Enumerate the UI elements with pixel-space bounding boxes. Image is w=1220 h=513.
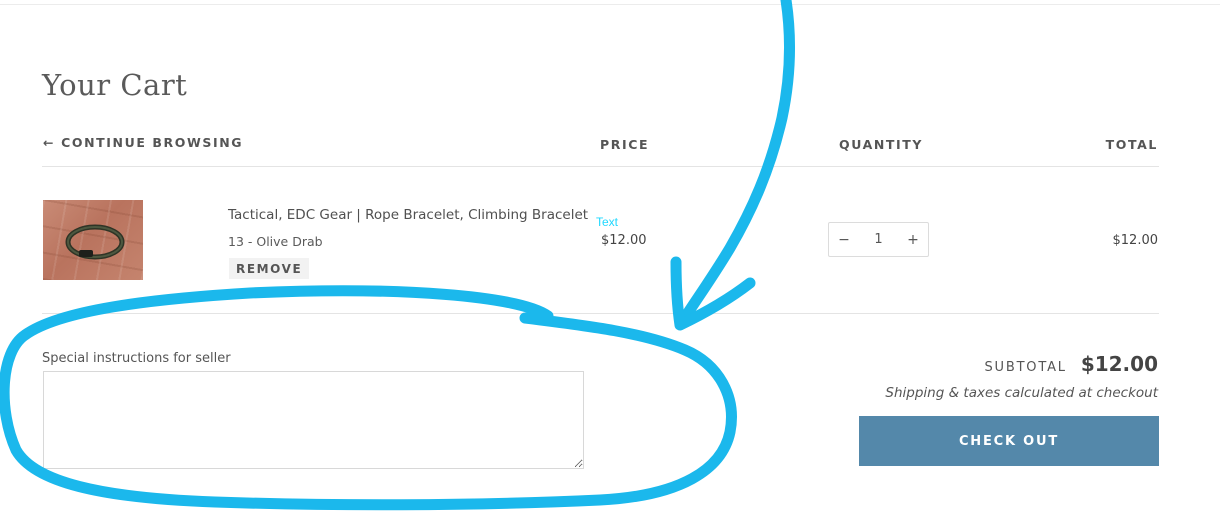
rope-bracelet-photo-icon xyxy=(65,224,125,260)
item-price: $12.00 xyxy=(601,233,647,248)
product-name-link[interactable]: Tactical, EDC Gear | Rope Bracelet, Clim… xyxy=(228,207,588,223)
annotation-text-label: Text xyxy=(596,215,619,229)
cart-header-divider xyxy=(42,166,1159,167)
product-variant: 13 - Olive Drab xyxy=(228,234,323,249)
product-image[interactable] xyxy=(43,200,143,280)
shipping-taxes-note: Shipping & taxes calculated at checkout xyxy=(885,385,1158,401)
quantity-minus-button[interactable]: − xyxy=(829,232,859,248)
annotation-arrow-head xyxy=(670,256,756,331)
subtotal-value: $12.00 xyxy=(1080,352,1158,376)
subtotal-label: SUBTOTAL xyxy=(984,360,1067,375)
quantity-plus-button[interactable]: + xyxy=(898,232,928,248)
continue-browsing-label: CONTINUE BROWSING xyxy=(61,135,244,150)
cart-items-divider xyxy=(42,313,1159,314)
special-instructions-label: Special instructions for seller xyxy=(42,351,231,366)
annotation-arrow-shaft xyxy=(676,0,795,328)
column-header-price: PRICE xyxy=(600,137,650,152)
special-instructions-textarea[interactable] xyxy=(43,371,584,469)
quantity-input[interactable] xyxy=(863,232,894,247)
column-header-quantity: QUANTITY xyxy=(839,137,924,152)
subtotal-row: SUBTOTAL $12.00 xyxy=(984,352,1158,376)
checkout-button[interactable]: CHECK OUT xyxy=(859,416,1159,466)
column-header-total: TOTAL xyxy=(1105,137,1158,152)
item-total: $12.00 xyxy=(1112,233,1159,248)
continue-browsing-link[interactable]: ← CONTINUE BROWSING xyxy=(43,135,243,150)
page-title: Your Cart xyxy=(42,68,188,102)
remove-item-button[interactable]: REMOVE xyxy=(229,258,310,279)
header-divider xyxy=(0,4,1220,5)
quantity-stepper: − + xyxy=(828,222,929,257)
arrow-left-icon: ← xyxy=(43,135,56,150)
